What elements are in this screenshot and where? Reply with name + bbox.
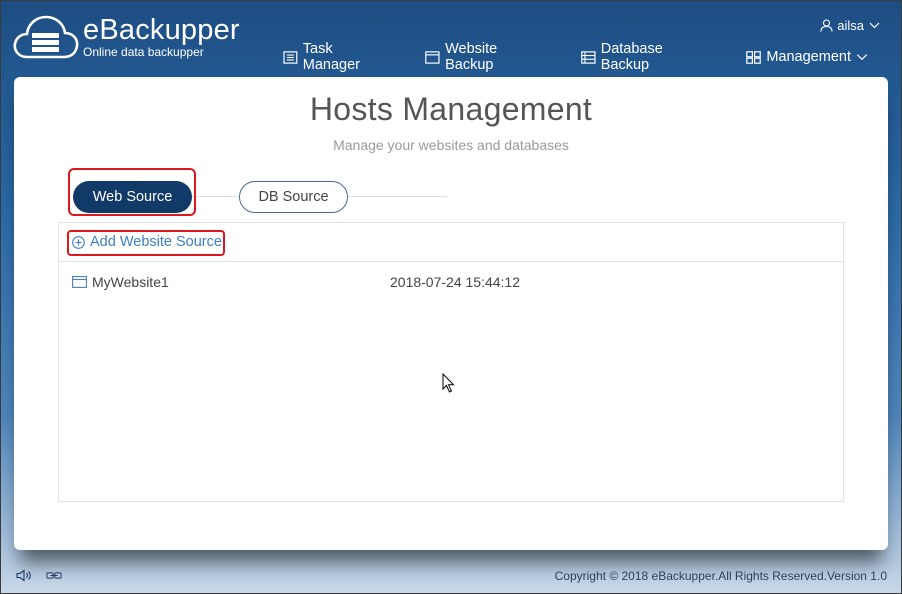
main-nav: Task Manager Website Backup Database Bac… xyxy=(283,41,901,73)
nav-management[interactable]: Management xyxy=(746,41,868,73)
add-website-source-button[interactable]: Add Website Source xyxy=(72,234,222,250)
plus-circle-icon xyxy=(72,235,85,249)
add-website-source-label: Add Website Source xyxy=(90,234,222,250)
speaker-icon[interactable] xyxy=(16,569,32,582)
mouse-cursor-icon xyxy=(442,373,455,393)
site-date: 2018-07-24 15:44:12 xyxy=(390,274,520,290)
user-icon xyxy=(820,19,833,32)
site-name-cell: MyWebsite1 xyxy=(72,274,169,290)
website-icon xyxy=(72,276,87,288)
nav-label: Database Backup xyxy=(600,41,663,73)
nav-label: Management xyxy=(766,49,851,65)
main-panel: Hosts Management Manage your websites an… xyxy=(14,77,888,550)
nav-task-manager[interactable]: Task Manager xyxy=(283,41,392,73)
chevron-down-icon xyxy=(856,54,868,61)
list-item[interactable]: MyWebsite1 2018-07-24 15:44:12 xyxy=(59,262,843,302)
site-name: MyWebsite1 xyxy=(92,274,169,290)
page-title: Hosts Management xyxy=(309,91,593,127)
nav-database-backup[interactable]: Database Backup xyxy=(581,41,713,73)
footer-icons xyxy=(16,569,62,582)
website-icon xyxy=(425,50,440,64)
task-list-icon xyxy=(283,50,298,64)
source-list: Add Website Source MyWebsite1 2018-07-24… xyxy=(58,222,844,502)
app-name: eBackupper xyxy=(83,14,240,46)
nav-label: Task Manager xyxy=(302,41,360,73)
nav-website-backup[interactable]: Website Backup xyxy=(425,41,548,73)
link-icon[interactable] xyxy=(46,569,62,582)
cloud-server-icon xyxy=(13,15,79,59)
chevron-down-icon xyxy=(869,22,880,29)
app-logo: eBackupper Online data backupper xyxy=(13,13,240,61)
nav-label: Website Backup xyxy=(445,41,498,73)
tab-db-source[interactable]: DB Source xyxy=(239,181,348,213)
user-name: ailsa xyxy=(837,18,864,33)
app-tagline: Online data backupper xyxy=(83,45,204,59)
add-row: Add Website Source xyxy=(59,223,843,262)
user-menu[interactable]: ailsa xyxy=(820,18,881,33)
tab-web-source[interactable]: Web Source xyxy=(73,181,192,213)
copyright-text: Copyright © 2018 eBackupper.All Rights R… xyxy=(554,569,887,583)
grid-icon xyxy=(746,50,762,64)
page-subtitle: Manage your websites and databases xyxy=(333,137,569,153)
database-icon xyxy=(581,50,596,64)
